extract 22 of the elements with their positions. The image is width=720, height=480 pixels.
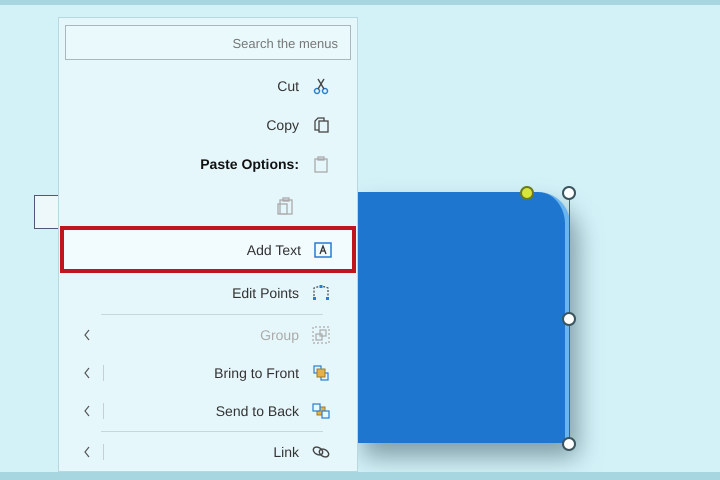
menu-item[interactable]: Send to Back [216, 402, 299, 419]
edit-points-icon [311, 283, 331, 303]
clipboard-icon [275, 194, 295, 215]
chevron-icon[interactable] [83, 366, 91, 379]
section-heading: Paste Options: [200, 156, 299, 172]
group-icon [311, 324, 331, 345]
menu-item[interactable]: Cut [277, 78, 299, 94]
menu-item[interactable]: Edit Points [232, 285, 299, 301]
adjust-handle[interactable] [520, 186, 534, 200]
search-field[interactable]: Search the menus [65, 25, 351, 60]
chevron-icon[interactable] [83, 404, 91, 417]
menu-item[interactable]: Copy [266, 116, 299, 133]
resize-handle[interactable] [562, 312, 576, 326]
menu-item[interactable]: Link [273, 444, 299, 460]
send-back-icon [311, 400, 331, 421]
chevron-icon[interactable] [83, 446, 91, 458]
resize-handle[interactable] [562, 437, 576, 451]
bring-front-icon [311, 362, 331, 383]
text-box-icon [313, 240, 333, 260]
resize-handle[interactable] [562, 186, 576, 200]
menu-item[interactable]: Bring to Front [214, 364, 299, 381]
menu-item[interactable]: Add Text [246, 242, 301, 258]
